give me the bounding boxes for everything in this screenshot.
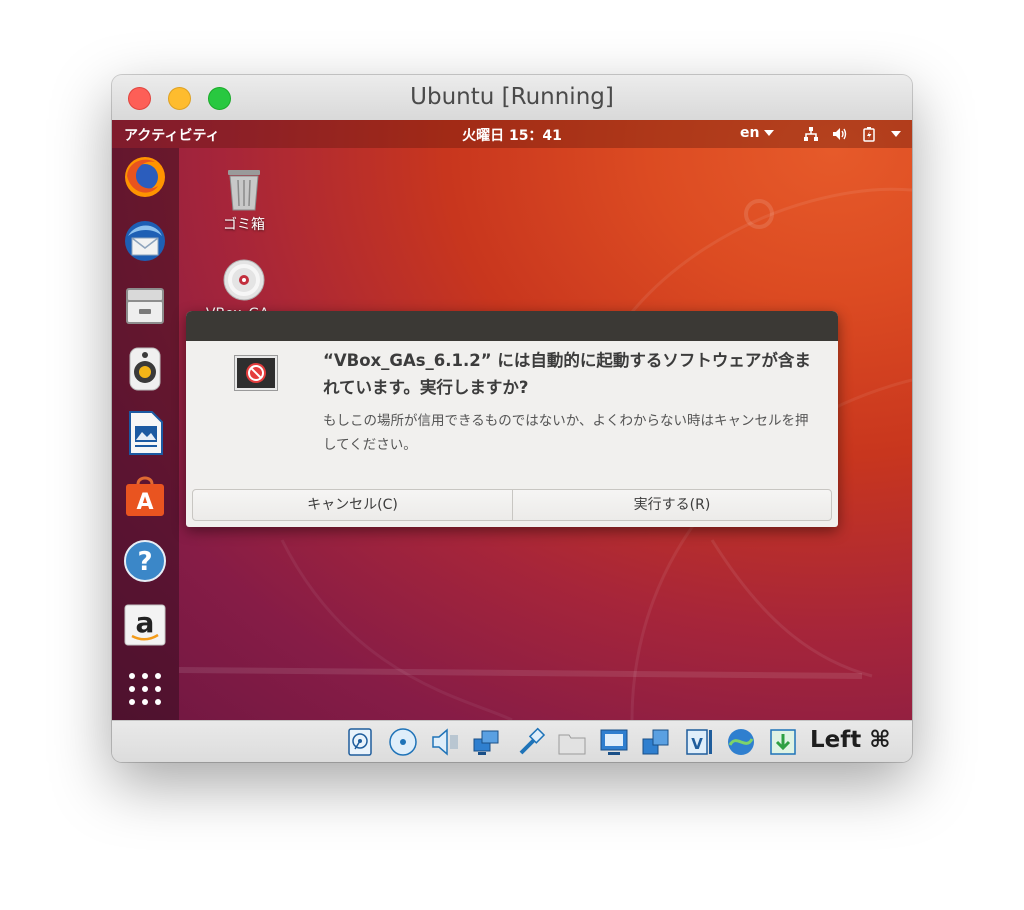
libreoffice-writer-icon[interactable] bbox=[122, 410, 168, 456]
optical-drive-icon[interactable] bbox=[388, 727, 418, 757]
trash-icon bbox=[228, 170, 260, 211]
virtualbox-status-bar: V Left ⌘ bbox=[112, 720, 912, 762]
language-indicator[interactable]: en bbox=[740, 125, 775, 141]
language-label: en bbox=[740, 125, 760, 141]
dialog-title: “VBox_GAs_6.1.2” には自動的に起動するソフトウェアが含まれていま… bbox=[323, 351, 811, 397]
firefox-icon[interactable] bbox=[122, 154, 168, 200]
usb-icon[interactable] bbox=[515, 727, 545, 757]
network-adapter-icon[interactable] bbox=[472, 727, 502, 757]
virtualbox-window: Ubuntu [Running] アクティビティ 火曜日 15：41 en A … bbox=[112, 75, 912, 762]
cancel-button[interactable]: キャンセル(C) bbox=[193, 490, 513, 520]
window-title: Ubuntu [Running] bbox=[410, 84, 614, 110]
run-button[interactable]: 実行する(R) bbox=[513, 490, 831, 520]
clock[interactable]: 火曜日 15：41 bbox=[112, 125, 912, 145]
hard-disk-icon[interactable] bbox=[345, 727, 375, 757]
dock: A ? a bbox=[112, 148, 179, 720]
recording-icon[interactable]: V bbox=[684, 727, 714, 757]
help-icon[interactable]: ? bbox=[122, 538, 168, 584]
desktop-item-trash[interactable]: ゴミ箱 bbox=[204, 166, 284, 234]
window-titlebar[interactable]: Ubuntu [Running] bbox=[112, 75, 912, 121]
volume-icon[interactable] bbox=[831, 126, 847, 142]
svg-text:V: V bbox=[691, 735, 703, 753]
system-menu-chevron-icon[interactable] bbox=[891, 131, 901, 137]
trash-label: ゴミ箱 bbox=[223, 217, 265, 233]
mouse-integration-icon[interactable] bbox=[768, 727, 798, 757]
no-entry-warning-icon bbox=[234, 355, 278, 391]
ubuntu-software-icon[interactable]: A bbox=[122, 474, 168, 520]
show-applications-icon[interactable] bbox=[122, 666, 168, 712]
display-icon[interactable] bbox=[599, 727, 629, 757]
svg-text:?: ? bbox=[137, 547, 152, 577]
audio-icon[interactable] bbox=[430, 727, 460, 757]
seamless-mode-icon[interactable] bbox=[641, 727, 671, 757]
battery-icon[interactable] bbox=[861, 126, 877, 142]
optical-disc-icon bbox=[223, 259, 265, 301]
host-key-indicator[interactable]: Left ⌘ bbox=[810, 727, 891, 753]
rhythmbox-icon[interactable] bbox=[122, 346, 168, 392]
thunderbird-icon[interactable] bbox=[122, 218, 168, 264]
dialog-button-row: キャンセル(C) 実行する(R) bbox=[192, 489, 832, 521]
guest-screen[interactable]: アクティビティ 火曜日 15：41 en A ? a ゴミ箱 “VBox_GAs… bbox=[112, 120, 912, 720]
dialog-header-bar[interactable] bbox=[186, 311, 838, 341]
amazon-icon[interactable]: a bbox=[122, 602, 168, 648]
svg-text:A: A bbox=[136, 490, 153, 515]
svg-text:a: a bbox=[136, 606, 155, 639]
files-icon[interactable] bbox=[122, 282, 168, 328]
shared-folders-icon[interactable] bbox=[557, 727, 587, 757]
dialog-message: もしこの場所が信用できるものではないか、よくわからない時はキャンセルを押してくだ… bbox=[323, 413, 809, 453]
autorun-dialog: “VBox_GAs_6.1.2” には自動的に起動するソフトウェアが含まれていま… bbox=[186, 311, 838, 527]
gnome-top-bar: アクティビティ 火曜日 15：41 en bbox=[112, 120, 912, 148]
network-icon[interactable] bbox=[803, 126, 819, 142]
cpu-activity-icon[interactable] bbox=[726, 727, 756, 757]
chevron-down-icon bbox=[764, 130, 775, 136]
